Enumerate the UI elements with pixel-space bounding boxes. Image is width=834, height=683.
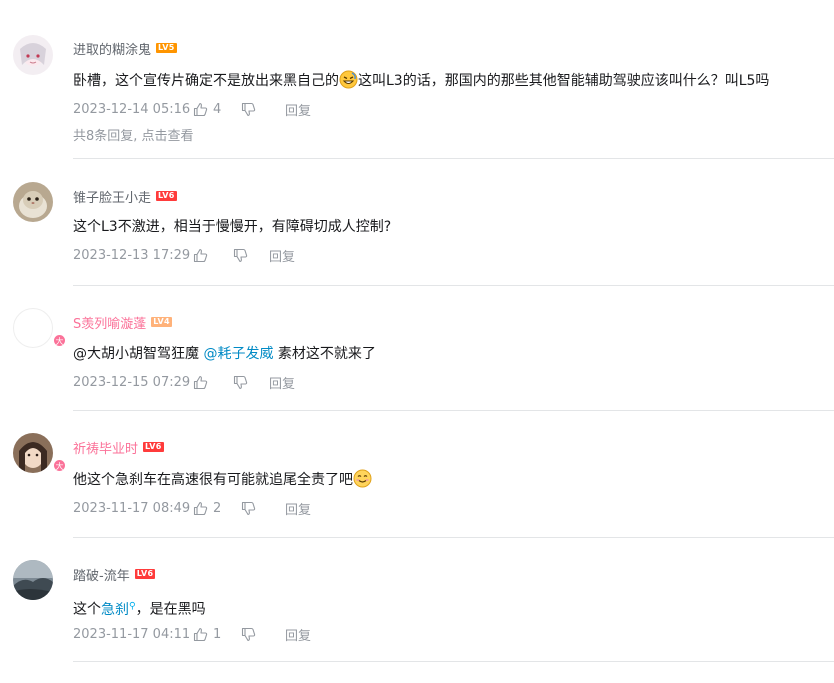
avatar[interactable]: 大 <box>13 308 66 348</box>
comment-text: 他这个急刹车在高速很有可能就追尾全责了吧 <box>73 469 372 490</box>
like-button[interactable]: 2 <box>193 501 241 516</box>
reply-button[interactable]: 回复 <box>285 625 311 644</box>
like-button[interactable]: 1 <box>193 627 241 642</box>
divider <box>73 537 834 538</box>
dislike-button[interactable] <box>233 248 269 263</box>
thumbs-down-icon <box>241 627 256 641</box>
username[interactable]: 踏破-流年 <box>73 565 130 584</box>
divider <box>73 285 834 286</box>
dislike-button[interactable] <box>233 375 269 390</box>
thumbs-up-icon <box>193 248 208 262</box>
thumbs-down-icon <box>241 102 256 116</box>
username[interactable]: S羡列喻漩蓬 <box>73 313 146 332</box>
level-badge: LV6 <box>156 191 177 201</box>
vip-badge: 大 <box>53 459 66 472</box>
timestamp: 2023-11-17 04:11 <box>73 626 191 642</box>
timestamp: 2023-11-17 08:49 <box>73 500 191 516</box>
dislike-button[interactable] <box>241 102 277 117</box>
view-replies-link[interactable]: 共8条回复, 点击查看 <box>73 125 194 144</box>
username[interactable]: 祈祷毕业时 <box>73 438 138 457</box>
thumbs-down-icon <box>233 375 248 389</box>
dislike-button[interactable] <box>241 501 277 516</box>
dislike-button[interactable] <box>241 627 277 642</box>
reply-button[interactable]: 回复 <box>285 499 311 518</box>
username[interactable]: 进取的糊涂鬼 <box>73 39 151 58</box>
level-badge: LV6 <box>143 442 164 452</box>
thumbs-up-icon <box>193 375 208 389</box>
level-badge: LV5 <box>156 43 177 53</box>
avatar[interactable]: 大 <box>13 433 66 473</box>
vip-badge: 大 <box>53 334 66 347</box>
comment-meta: 2023-12-15 07:29 回复 <box>73 373 295 392</box>
comment-text: 这个L3不激进，相当于慢慢开，有障碍切成人控制? <box>73 219 392 235</box>
search-icon: ⚲ <box>129 601 136 611</box>
search-keyword-link[interactable]: 急刹⚲ <box>101 601 136 618</box>
divider <box>73 158 834 159</box>
comment-text: 卧槽，这个宣传片确定不是放出来黑自己的 这叫L3的话，那国内的那些其他智能辅助驾驶… <box>73 70 769 91</box>
smile-emoji-icon <box>353 469 372 488</box>
comment-meta: 2023-12-13 17:29 回复 <box>73 246 295 265</box>
reply-button[interactable]: 回复 <box>285 100 311 119</box>
avatar[interactable] <box>13 35 53 75</box>
like-button[interactable] <box>193 248 233 263</box>
reply-button[interactable]: 回复 <box>269 246 295 265</box>
divider <box>73 661 834 662</box>
like-button[interactable] <box>193 375 233 390</box>
avatar[interactable] <box>13 560 53 600</box>
comment-text: 这个急刹⚲，是在黑吗 <box>73 601 206 618</box>
mention-link[interactable]: @大胡小胡智驾狂魔 <box>73 346 199 362</box>
timestamp: 2023-12-13 17:29 <box>73 247 191 263</box>
timestamp: 2023-12-15 07:29 <box>73 374 191 390</box>
level-badge: LV4 <box>151 317 172 327</box>
thumbs-up-icon <box>193 102 208 116</box>
grin-emoji-icon <box>339 70 358 89</box>
mention-link[interactable]: @耗子发威 <box>203 346 273 362</box>
avatar[interactable] <box>13 182 53 222</box>
divider <box>73 410 834 411</box>
like-count: 1 <box>213 626 222 642</box>
like-count: 4 <box>213 101 222 117</box>
comment-text: @大胡小胡智驾狂魔 @耗子发威 素材这不就来了 <box>73 346 376 362</box>
timestamp: 2023-12-14 05:16 <box>73 101 191 117</box>
comment-meta: 2023-11-17 04:11 1 回复 <box>73 625 311 644</box>
comment-meta: 2023-11-17 08:49 2 回复 <box>73 499 311 518</box>
reply-button[interactable]: 回复 <box>269 373 295 392</box>
level-badge: LV6 <box>134 569 156 579</box>
thumbs-down-icon <box>233 248 248 262</box>
like-button[interactable]: 4 <box>193 102 241 117</box>
thumbs-down-icon <box>241 501 256 515</box>
comment-meta: 2023-12-14 05:16 4 回复 <box>73 100 311 119</box>
username[interactable]: 锥子脸王小走 <box>73 187 151 206</box>
thumbs-up-icon <box>193 501 208 515</box>
thumbs-up-icon <box>193 627 208 641</box>
like-count: 2 <box>213 500 222 516</box>
